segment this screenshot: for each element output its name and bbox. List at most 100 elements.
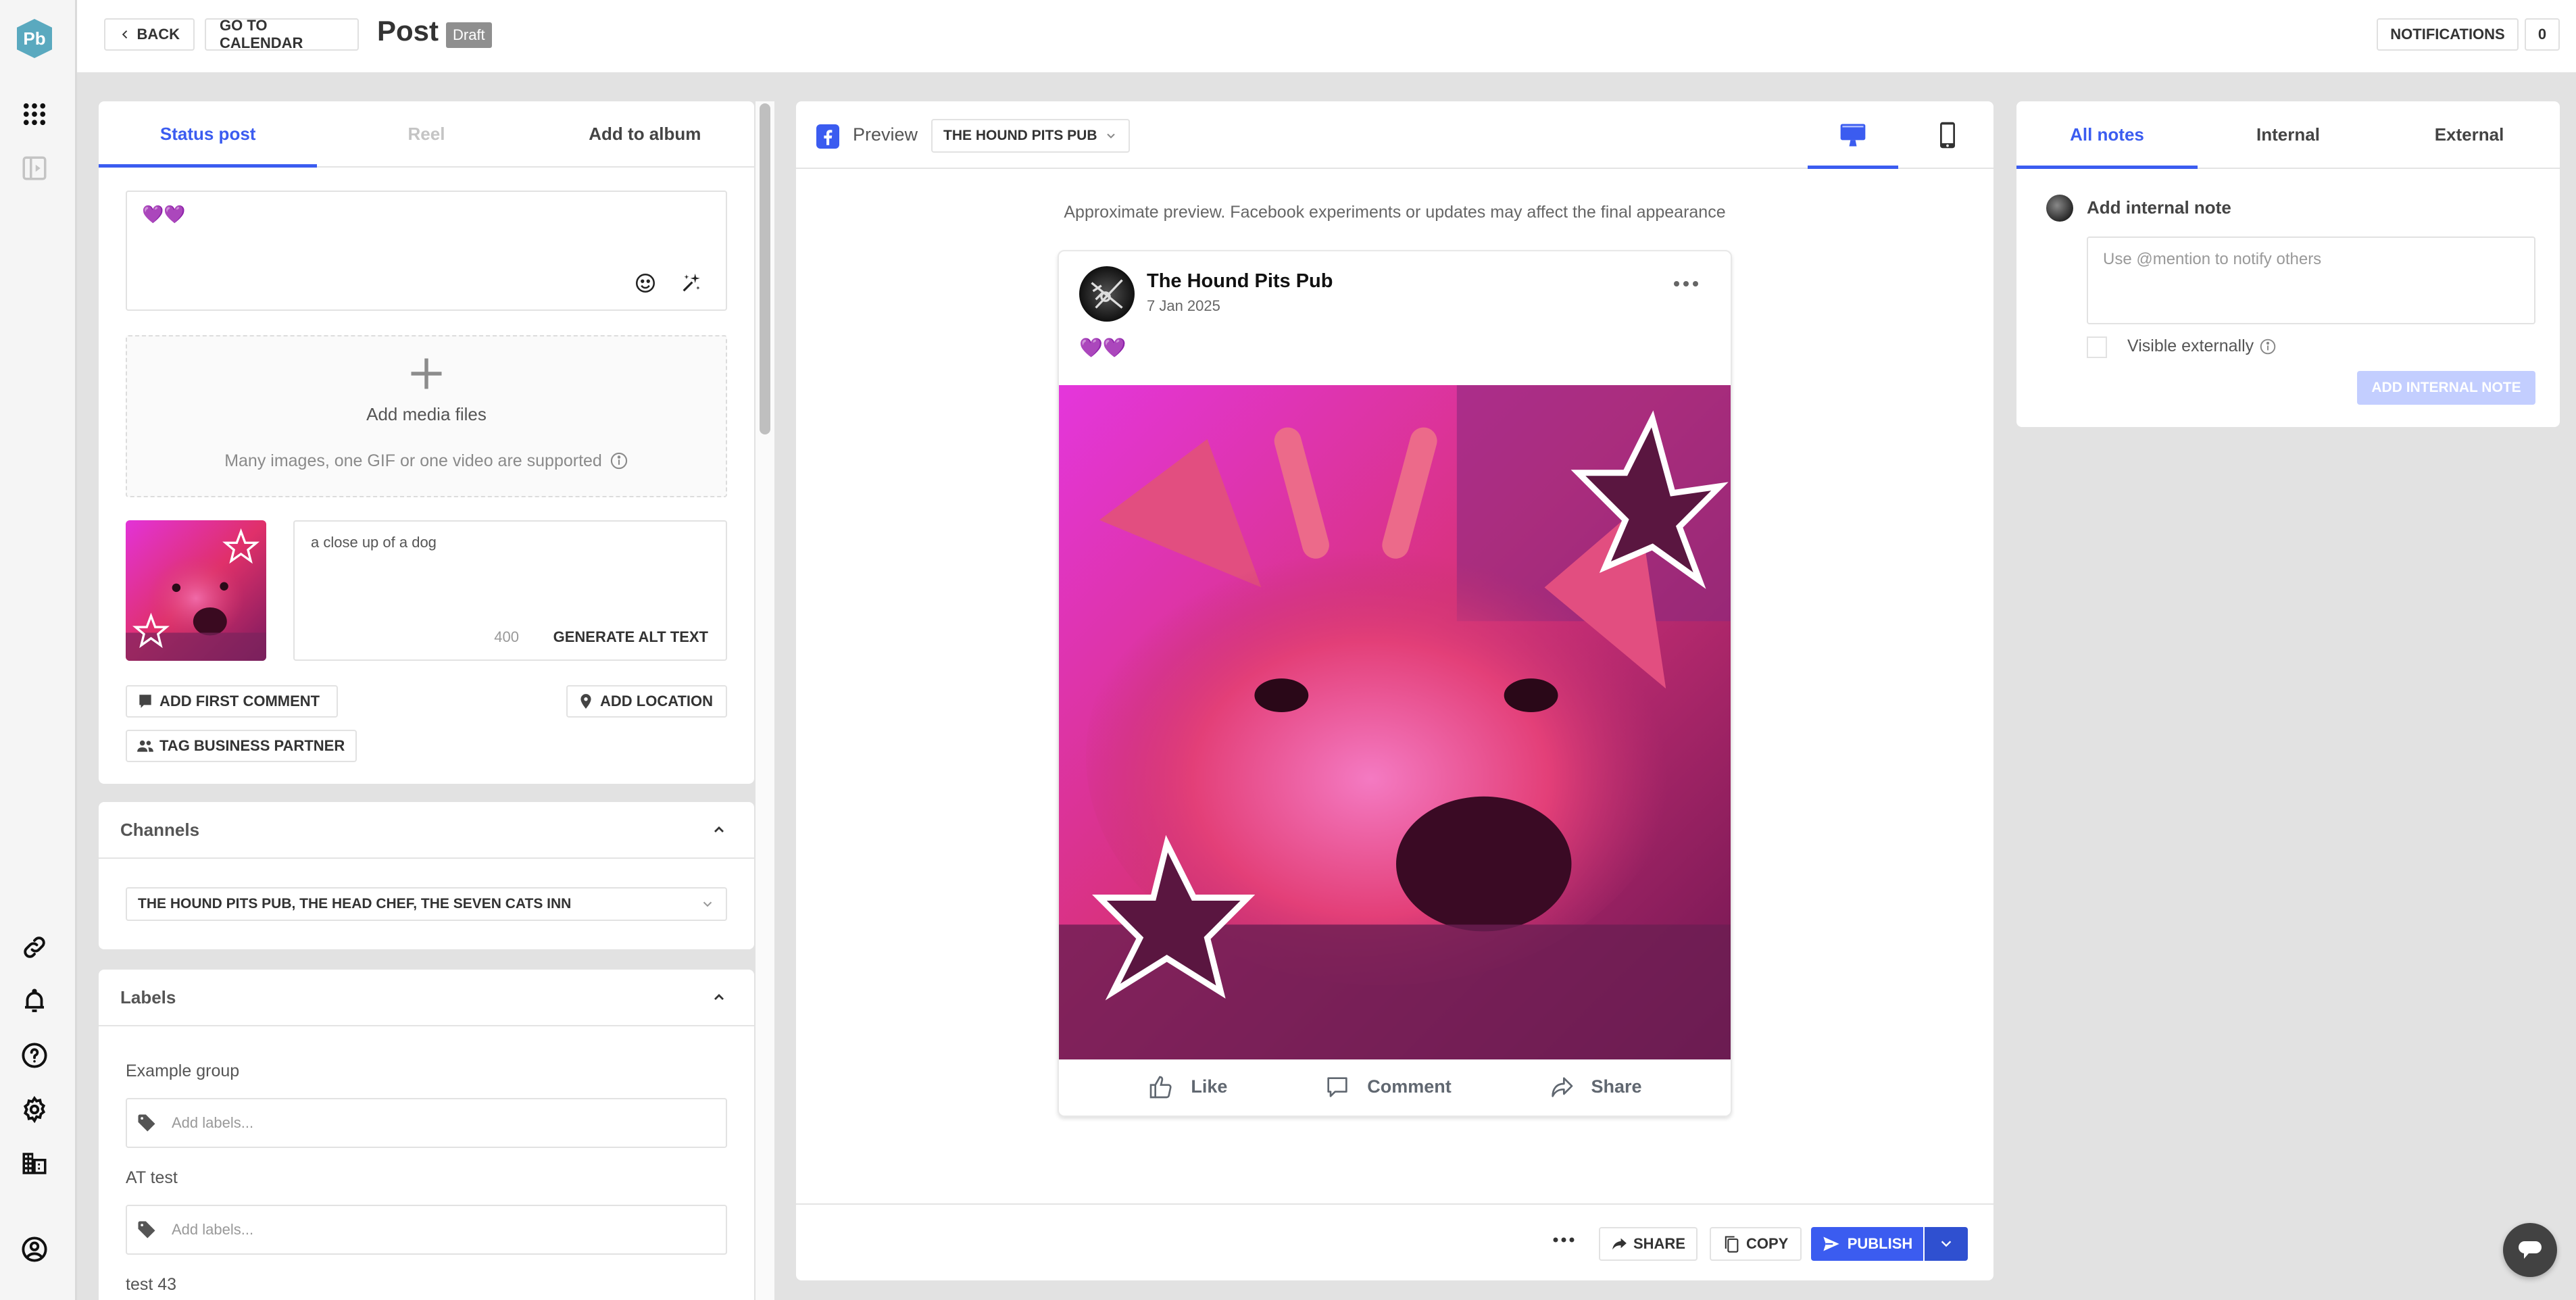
apps-grid-icon[interactable] [20,100,49,128]
post-date: 7 Jan 2025 [1147,297,1220,314]
bell-icon[interactable] [20,987,49,1016]
ai-magic-wand-icon[interactable] [680,272,703,295]
logo-text: Pb [23,28,46,49]
info-icon[interactable] [2259,338,2277,355]
status-badge: Draft [446,22,492,48]
like-action[interactable]: Like [1147,1074,1227,1101]
link-icon[interactable] [20,933,49,961]
page-title: Post [377,15,439,47]
more-options-icon[interactable] [1671,277,1701,291]
collapse-panel-icon[interactable] [20,154,49,182]
channels-header[interactable]: Channels [99,802,754,859]
post-text: 💜💜 [142,204,186,224]
back-label: BACK [137,26,180,43]
comment-action[interactable]: Comment [1324,1074,1452,1101]
label-input[interactable]: Add labels... [126,1098,727,1148]
preview-footer: SHARE COPY PUBLISH [796,1203,1993,1280]
chat-support-button[interactable] [2503,1223,2557,1277]
media-support-label: Many images, one GIF or one video are su… [224,451,602,470]
more-actions-icon[interactable] [1552,1232,1576,1248]
channels-select[interactable]: THE HOUND PITS PUB, THE HEAD CHEF, THE S… [126,887,727,921]
back-button[interactable]: BACK [104,18,195,51]
post-preview-text: 💜💜 [1079,337,1126,358]
app-logo[interactable]: Pb [17,19,52,58]
share-action[interactable]: Share [1548,1074,1642,1101]
sidebar: Pb [0,0,77,1300]
share-label: Share [1591,1076,1642,1097]
tab-all-notes[interactable]: All notes [2016,101,2198,169]
tab-reel[interactable]: Reel [317,101,535,166]
chat-icon [2519,1241,2542,1259]
alt-text-input[interactable]: a close up of a dog 400 GENERATE ALT TEX… [293,520,727,661]
settings-icon[interactable] [20,1095,49,1124]
preview-panel: Preview THE HOUND PITS PUB Approximate p… [796,101,1993,1280]
notifications-count-value: 0 [2537,26,2547,43]
post-editor: Status post Reel Add to album 💜💜 Add med… [99,101,754,784]
publish-label: PUBLISH [1847,1235,1913,1252]
go-to-calendar-button[interactable]: GO TO CALENDAR [205,17,359,51]
editor-scrollbar-thumb[interactable] [760,103,770,434]
copy-button[interactable]: COPY [1710,1227,1802,1261]
desktop-icon [1840,124,1866,147]
emoji-icon[interactable] [634,272,657,295]
location-pin-icon [580,694,591,709]
publish-button[interactable]: PUBLISH [1811,1227,1923,1261]
media-dropzone[interactable]: Add media files Many images, one GIF or … [126,335,727,497]
chevron-up-icon[interactable] [711,822,727,838]
share-arrow-icon [1551,1076,1572,1097]
add-location-button[interactable]: ADD LOCATION [566,685,727,718]
add-internal-note-button[interactable]: ADD INTERNAL NOTE [2357,371,2535,405]
label-input[interactable]: Add labels... [126,1205,727,1255]
mobile-preview-toggle[interactable] [1924,114,1971,157]
note-input[interactable]: Use @mention to notify others [2087,236,2535,324]
post-type-tabs: Status post Reel Add to album [99,101,754,168]
tab-external[interactable]: External [2379,101,2560,168]
preview-account-select[interactable]: THE HOUND PITS PUB [931,119,1130,153]
generate-alt-text-button[interactable]: GENERATE ALT TEXT [553,628,708,646]
people-icon [137,740,153,752]
plus-icon [411,358,442,389]
top-bar: BACK GO TO CALENDAR Post Draft NOTIFICAT… [77,0,2576,72]
channels-selected: THE HOUND PITS PUB, THE HEAD CHEF, THE S… [138,896,572,911]
alt-text-remaining: 400 [494,628,519,645]
chevron-up-icon[interactable] [711,989,727,1005]
buildings-icon[interactable] [20,1149,49,1178]
post-image [1059,385,1731,1059]
help-icon[interactable] [20,1041,49,1070]
media-thumbnail[interactable] [126,520,266,661]
alt-text-value: a close up of a dog [311,534,437,551]
tab-internal[interactable]: Internal [2198,101,2379,168]
post-actions-bar: Like Comment Share [1059,1058,1731,1116]
channels-section: Channels THE HOUND PITS PUB, THE HEAD CH… [99,802,754,949]
post-text-input[interactable]: 💜💜 [126,191,727,311]
preview-disclaimer: Approximate preview. Facebook experiment… [1064,203,1726,222]
visible-externally-label: Visible externally [2127,336,2254,355]
business-partner-label: TAG BUSINESS PARTNER [159,737,345,754]
share-button-label: SHARE [1633,1235,1685,1252]
page-avatar [1079,266,1135,322]
first-comment-label: ADD FIRST COMMENT [159,693,320,709]
calendar-label: GO TO CALENDAR [220,17,303,51]
info-icon[interactable] [610,451,628,470]
notes-panel: All notes Internal External Add internal… [2016,101,2560,427]
preview-header: Preview THE HOUND PITS PUB [796,101,1993,169]
labels-header[interactable]: Labels [99,970,754,1026]
tab-add-to-album[interactable]: Add to album [536,101,754,166]
tag-business-partner-button[interactable]: TAG BUSINESS PARTNER [126,730,357,762]
like-label: Like [1191,1076,1228,1097]
desktop-preview-toggle[interactable] [1808,114,1898,169]
comment-icon [139,695,151,708]
send-icon [1823,1236,1839,1251]
tab-status-post[interactable]: Status post [99,101,318,168]
label-placeholder: Add labels... [172,1114,254,1131]
chevron-down-icon [1941,1241,1952,1247]
add-first-comment-button[interactable]: ADD FIRST COMMENT [126,685,338,718]
share-button[interactable]: SHARE [1599,1227,1698,1261]
account-icon[interactable] [20,1235,49,1264]
visible-externally-checkbox[interactable] [2087,336,2107,358]
publish-options-dropdown[interactable] [1925,1227,1968,1261]
label-group-name: AT test [126,1168,178,1187]
copy-icon [1725,1236,1739,1253]
notifications-button[interactable]: NOTIFICATIONS [2377,18,2519,51]
notifications-count[interactable]: 0 [2525,18,2560,51]
